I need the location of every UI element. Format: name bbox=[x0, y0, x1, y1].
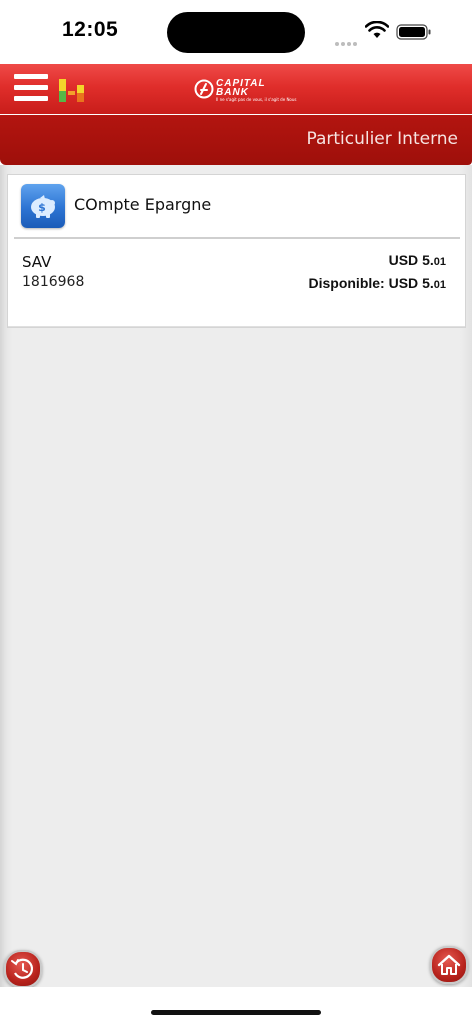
history-button[interactable] bbox=[4, 950, 42, 988]
hamburger-menu-icon[interactable] bbox=[14, 74, 48, 102]
svg-text:$: $ bbox=[38, 201, 46, 214]
capital-bank-logo: CAPITAL BANK Il ne s'agit pas de vous, i… bbox=[194, 78, 297, 102]
account-balance: USD 5.01 bbox=[389, 252, 446, 268]
status-time: 12:05 bbox=[62, 18, 119, 41]
home-indicator[interactable] bbox=[151, 1010, 321, 1015]
available-balance: Disponible: USD 5.01 bbox=[308, 275, 446, 291]
account-number: 1816968 bbox=[22, 274, 85, 290]
balance-cents: 01 bbox=[433, 256, 446, 268]
home-icon bbox=[437, 954, 461, 975]
bar-chart-icon[interactable] bbox=[58, 77, 86, 103]
piggy-bank-icon: $ bbox=[21, 184, 65, 228]
status-bar: 12:05 bbox=[0, 0, 472, 64]
account-category-title: COmpte Epargne bbox=[74, 195, 212, 214]
page-title: Particulier Interne bbox=[306, 129, 458, 149]
card-bottom-border bbox=[8, 326, 465, 327]
available-currency: USD bbox=[388, 275, 419, 291]
home-button[interactable] bbox=[430, 946, 468, 984]
history-icon bbox=[11, 958, 34, 979]
divider bbox=[14, 237, 460, 239]
dynamic-island bbox=[167, 12, 305, 53]
signal-icon bbox=[335, 31, 359, 46]
available-amount: 5. bbox=[422, 275, 434, 291]
title-bar: Particulier Interne bbox=[0, 115, 472, 165]
content-area: $ COmpte Epargne SAV 1816968 USD 5.01 Di… bbox=[0, 165, 472, 987]
wifi-icon bbox=[365, 21, 389, 38]
logo-tagline: Il ne s'agit pas de vous, il s'agit de N… bbox=[216, 97, 297, 102]
bottom-safe-area bbox=[0, 987, 472, 1024]
account-card[interactable]: $ COmpte Epargne SAV 1816968 USD 5.01 Di… bbox=[7, 174, 466, 328]
balance-currency: USD bbox=[388, 252, 419, 268]
available-label: Disponible: bbox=[308, 275, 385, 291]
app-header: CAPITAL BANK Il ne s'agit pas de vous, i… bbox=[0, 64, 472, 114]
balance-amount: 5. bbox=[422, 252, 434, 268]
account-type: SAV bbox=[22, 253, 52, 271]
available-cents: 01 bbox=[433, 279, 446, 291]
battery-icon bbox=[396, 24, 431, 40]
logo-wordmark: CAPITAL BANK bbox=[216, 78, 266, 98]
